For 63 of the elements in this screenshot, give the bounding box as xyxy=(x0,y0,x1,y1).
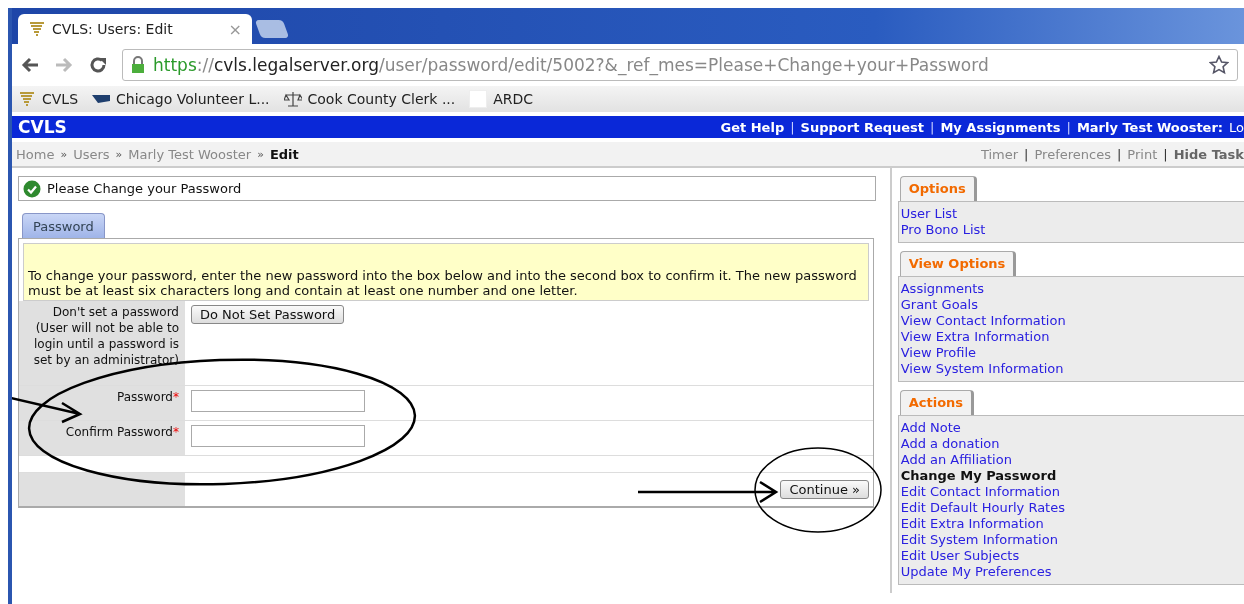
reload-icon[interactable] xyxy=(88,55,108,75)
bookmark[interactable]: Chicago Volunteer L... xyxy=(92,91,270,107)
sidebar-link[interactable]: Add Note xyxy=(900,420,1242,436)
browser-tab[interactable]: CVLS: Users: Edit × xyxy=(18,14,252,44)
separator-icon: » xyxy=(257,147,264,161)
lock-icon xyxy=(131,56,145,74)
scales-icon xyxy=(283,90,302,108)
link-separator: | xyxy=(1066,119,1071,135)
do-not-set-button[interactable]: Do Not Set Password xyxy=(191,305,345,324)
sidebar-link[interactable]: Grant Goals xyxy=(900,297,1242,313)
annotation-arrow xyxy=(12,394,83,424)
sidebar-link[interactable]: View System Information xyxy=(900,361,1242,377)
new-tab-button[interactable] xyxy=(254,20,290,38)
bookmark[interactable]: ARDC xyxy=(469,90,534,108)
site-logo[interactable]: CVLS xyxy=(18,117,67,137)
sidebar-link[interactable]: Pro Bono List xyxy=(900,222,1242,238)
flag-icon xyxy=(92,93,111,105)
address-bar[interactable]: https://cvls.legalserver.org/user/password/edit/5002?&_ref_mes=Please+Change+your+Password xyxy=(122,49,1238,81)
check-icon xyxy=(23,179,41,198)
header-link[interactable]: Lo xyxy=(1229,119,1244,135)
separator-icon: » xyxy=(115,147,123,161)
tornado-icon xyxy=(18,91,36,107)
separator-icon: » xyxy=(60,147,68,161)
sidebar-link[interactable]: View Contact Information xyxy=(900,313,1242,329)
link-separator: | xyxy=(790,119,795,135)
link-separator: | xyxy=(1163,146,1168,162)
link-separator: | xyxy=(1024,146,1029,162)
star-icon[interactable] xyxy=(1209,55,1229,75)
field-label: Don't set a password (User will not be able to login until a password is set by an administrator) xyxy=(19,301,185,385)
field-label: Password* xyxy=(19,386,185,420)
sidebar-link[interactable]: Edit Contact Information xyxy=(900,484,1242,500)
sidebar-link[interactable]: Update My Preferences xyxy=(900,564,1242,580)
header-link[interactable]: My Assignments xyxy=(940,119,1061,135)
sidebar-link[interactable]: Assignments xyxy=(900,281,1242,297)
tornado-icon xyxy=(28,21,46,37)
page-tool-link[interactable]: Hide Task xyxy=(1173,146,1244,162)
sidebar-link[interactable]: Edit Default Hourly Rates xyxy=(900,500,1242,516)
field-label: Confirm Password* xyxy=(19,421,185,455)
header-link[interactable]: Get Help xyxy=(720,119,785,135)
sidebar-link[interactable]: Change My Password xyxy=(900,468,1242,484)
sidebar-link[interactable]: View Extra Information xyxy=(900,329,1242,345)
sidebar-link[interactable]: View Profile xyxy=(900,345,1242,361)
password-field[interactable] xyxy=(191,390,365,412)
header-link[interactable]: Marly Test Wooster: xyxy=(1076,119,1224,135)
sidebar-link[interactable]: Edit User Subjects xyxy=(900,548,1242,564)
sidebar-link[interactable]: Add an Affiliation xyxy=(900,452,1242,468)
header-link[interactable]: Support Request xyxy=(800,119,925,135)
sidebar-link[interactable]: User List xyxy=(900,206,1242,222)
sidebar-link[interactable]: Edit Extra Information xyxy=(900,516,1242,532)
notice-box: To change your password, enter the new password into the box below and into the second box to confirm it. The new password must be at least six characters long and contain at least one number and one letter. xyxy=(23,243,869,301)
sidebar-link[interactable]: Edit System Information xyxy=(900,532,1242,548)
tab[interactable]: Password xyxy=(22,213,105,238)
message-text: Please Change your Password xyxy=(47,181,242,196)
bookmark[interactable]: Cook County Clerk ... xyxy=(283,90,456,108)
link-separator: | xyxy=(1116,146,1122,162)
page-icon xyxy=(469,90,488,108)
sidebar-link[interactable]: Add a donation xyxy=(900,436,1242,452)
link-separator: | xyxy=(930,119,935,135)
back-icon[interactable] xyxy=(20,56,40,74)
breadcrumb-link[interactable]: Edit xyxy=(269,146,299,162)
continue-button[interactable]: Continue » xyxy=(780,480,869,499)
password-field[interactable] xyxy=(191,425,365,447)
bookmark[interactable]: CVLS xyxy=(18,91,79,107)
